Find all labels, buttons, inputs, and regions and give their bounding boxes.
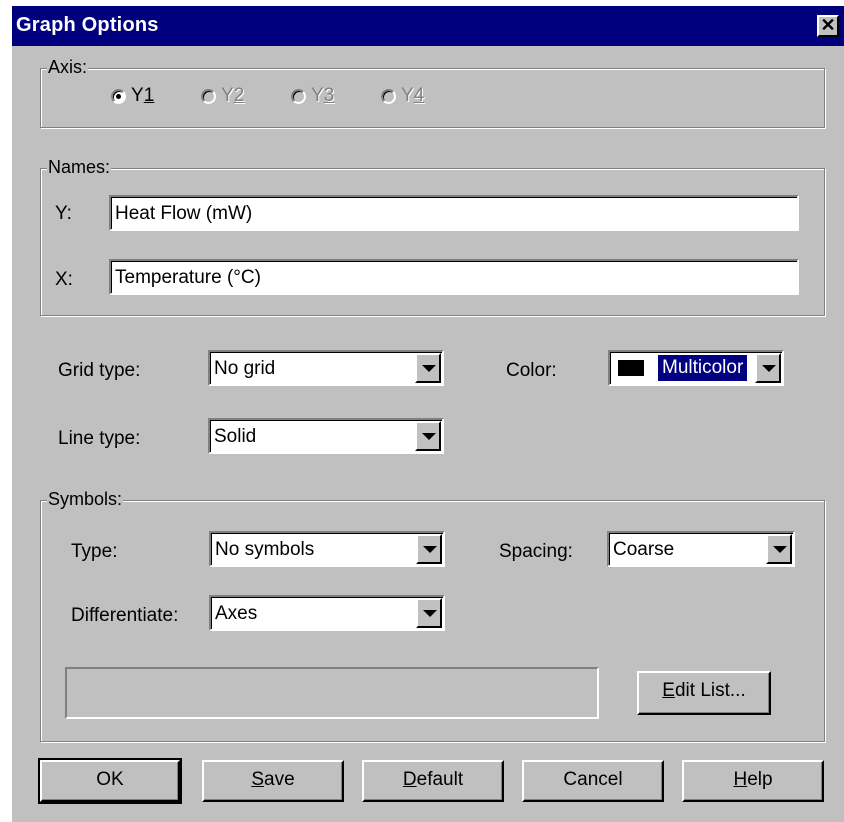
- symbols-group-label: Symbols:: [47, 489, 124, 510]
- symbol-list-preview: [65, 667, 599, 719]
- x-name-value: Temperature (°C): [115, 267, 261, 288]
- radio-y1-indicator: [111, 89, 126, 104]
- y-name-input[interactable]: Heat Flow (mW): [109, 195, 799, 231]
- color-label: Color:: [506, 360, 557, 381]
- color-select[interactable]: Multicolor: [608, 350, 784, 386]
- chevron-down-icon[interactable]: [416, 534, 442, 564]
- ok-button[interactable]: OK: [38, 758, 182, 804]
- axis-group-label: Axis:: [47, 57, 89, 78]
- edit-list-button[interactable]: Edit List...: [637, 671, 771, 715]
- radio-y1-label: Y1: [131, 85, 155, 106]
- y-name-label: Y:: [55, 203, 72, 224]
- chevron-down-icon[interactable]: [766, 534, 792, 564]
- title-bar[interactable]: Graph Options ✕: [12, 6, 844, 46]
- x-name-input[interactable]: Temperature (°C): [109, 259, 799, 295]
- grid-type-value: No grid: [214, 358, 276, 379]
- x-name-label: X:: [55, 269, 73, 290]
- color-swatch: [618, 360, 644, 376]
- line-type-label: Line type:: [58, 428, 141, 449]
- radio-y3-label: Y3: [311, 85, 335, 106]
- spacing-select[interactable]: Coarse: [607, 531, 795, 567]
- names-group: Names: Y: Heat Flow (mW) X: Temperature …: [40, 157, 825, 316]
- symbols-group: Symbols: Type: No symbols Spacing: Coars…: [40, 489, 825, 742]
- radio-y4-indicator: [381, 89, 396, 104]
- axis-group: Axis: Y1 Y2 Y3 Y4: [40, 57, 825, 128]
- chevron-down-icon[interactable]: [416, 598, 442, 628]
- differentiate-label: Differentiate:: [71, 605, 179, 626]
- window-title: Graph Options: [16, 14, 159, 36]
- save-button[interactable]: Save: [202, 760, 344, 802]
- close-icon: ✕: [820, 15, 836, 35]
- help-button[interactable]: Help: [682, 760, 824, 802]
- chevron-down-icon[interactable]: [415, 353, 441, 383]
- grid-type-label: Grid type:: [58, 360, 141, 381]
- chevron-down-icon[interactable]: [755, 353, 781, 383]
- cancel-button[interactable]: Cancel: [522, 760, 664, 802]
- radio-y3-indicator: [291, 89, 306, 104]
- symbol-type-label: Type:: [71, 541, 118, 562]
- line-type-select[interactable]: Solid: [208, 418, 444, 454]
- graph-options-dialog: Graph Options ✕ Axis: Y1 Y2 Y3 Y4 Names:…: [10, 4, 844, 822]
- radio-y4-label: Y4: [401, 85, 425, 106]
- line-type-value: Solid: [214, 426, 257, 447]
- default-button[interactable]: Default: [362, 760, 504, 802]
- radio-y2-label: Y2: [221, 85, 245, 106]
- grid-type-select[interactable]: No grid: [208, 350, 444, 386]
- spacing-label: Spacing:: [499, 541, 573, 562]
- differentiate-select[interactable]: Axes: [209, 595, 445, 631]
- symbol-type-select[interactable]: No symbols: [209, 531, 445, 567]
- names-group-label: Names:: [47, 157, 112, 178]
- spacing-value: Coarse: [613, 539, 675, 560]
- close-button[interactable]: ✕: [817, 15, 839, 37]
- symbol-type-value: No symbols: [215, 539, 315, 560]
- differentiate-value: Axes: [215, 603, 258, 624]
- chevron-down-icon[interactable]: [415, 421, 441, 451]
- radio-y2-indicator: [201, 89, 216, 104]
- color-value: Multicolor: [656, 354, 749, 382]
- y-name-value: Heat Flow (mW): [115, 203, 253, 224]
